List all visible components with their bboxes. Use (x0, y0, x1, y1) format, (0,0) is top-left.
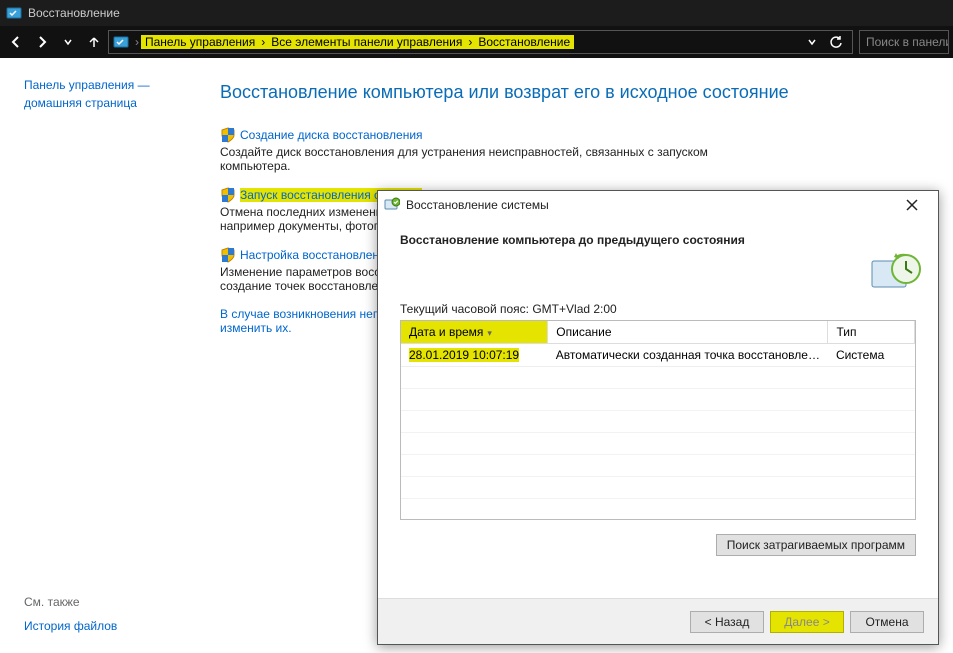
back-button[interactable]: < Назад (690, 611, 764, 633)
breadcrumb-leaf[interactable]: Восстановление (474, 35, 574, 49)
refresh-button[interactable] (824, 30, 848, 54)
table-row (401, 433, 915, 455)
column-header-description[interactable]: Описание (548, 321, 828, 344)
close-button[interactable] (892, 193, 932, 217)
file-history-link[interactable]: История файлов (24, 617, 117, 635)
chevron-right-icon: › (259, 35, 267, 49)
nav-forward-button[interactable] (30, 30, 54, 54)
nav-back-button[interactable] (4, 30, 28, 54)
table-row (401, 367, 915, 389)
table-row[interactable]: 28.01.2019 10:07:19 Автоматически создан… (401, 344, 915, 367)
breadcrumb-root[interactable]: Панель управления (141, 35, 259, 49)
scan-affected-programs-button[interactable]: Поиск затрагиваемых программ (716, 534, 916, 556)
table-row (401, 389, 915, 411)
restore-clock-icon (866, 249, 922, 305)
shield-icon (220, 127, 236, 143)
restore-point-description: Автоматически созданная точка восстановл… (548, 344, 828, 367)
recovery-icon (113, 34, 129, 50)
page-heading: Восстановление компьютера или возврат ег… (220, 82, 923, 103)
dialog-heading: Восстановление компьютера до предыдущего… (400, 233, 916, 247)
recovery-icon (6, 5, 22, 21)
system-restore-icon (384, 197, 400, 213)
shield-icon (220, 247, 236, 263)
chevron-right-icon: › (133, 35, 141, 49)
address-bar[interactable]: › Панель управления › Все элементы панел… (108, 30, 853, 54)
column-header-date[interactable]: Дата и время▾ (401, 321, 548, 344)
create-recovery-drive-desc: Создайте диск восстановления для устране… (220, 145, 760, 173)
nav-up-button[interactable] (82, 30, 106, 54)
restore-points-table[interactable]: Дата и время▾ Описание Тип 28.01.2019 10… (401, 321, 915, 499)
create-recovery-drive-link[interactable]: Создание диска восстановления (240, 128, 423, 142)
shield-icon (220, 187, 236, 203)
address-dropdown-button[interactable] (800, 30, 824, 54)
table-row (401, 411, 915, 433)
chevron-right-icon: › (466, 35, 474, 49)
nav-recent-dropdown[interactable] (56, 30, 80, 54)
search-input[interactable]: Поиск в панели (859, 30, 949, 54)
control-panel-home-link[interactable]: Панель управления — домашняя страница (24, 76, 190, 112)
table-row (401, 477, 915, 499)
window-title: Восстановление (28, 6, 120, 20)
timezone-label: Текущий часовой пояс: GMT+Vlad 2:00 (400, 302, 916, 316)
breadcrumb-mid[interactable]: Все элементы панели управления (267, 35, 466, 49)
see-also-heading: См. также (24, 595, 117, 609)
dialog-title: Восстановление системы (406, 198, 549, 212)
table-row (401, 455, 915, 477)
column-header-type[interactable]: Тип (828, 321, 915, 344)
search-placeholder: Поиск в панели (866, 35, 949, 49)
cancel-button[interactable]: Отмена (850, 611, 924, 633)
next-button[interactable]: Далее > (770, 611, 844, 633)
restore-point-date: 28.01.2019 10:07:19 (409, 348, 519, 362)
sort-descending-icon: ▾ (483, 328, 492, 338)
system-restore-dialog: Восстановление системы Восстановление ко… (377, 190, 939, 645)
restore-point-type: Система (828, 344, 915, 367)
